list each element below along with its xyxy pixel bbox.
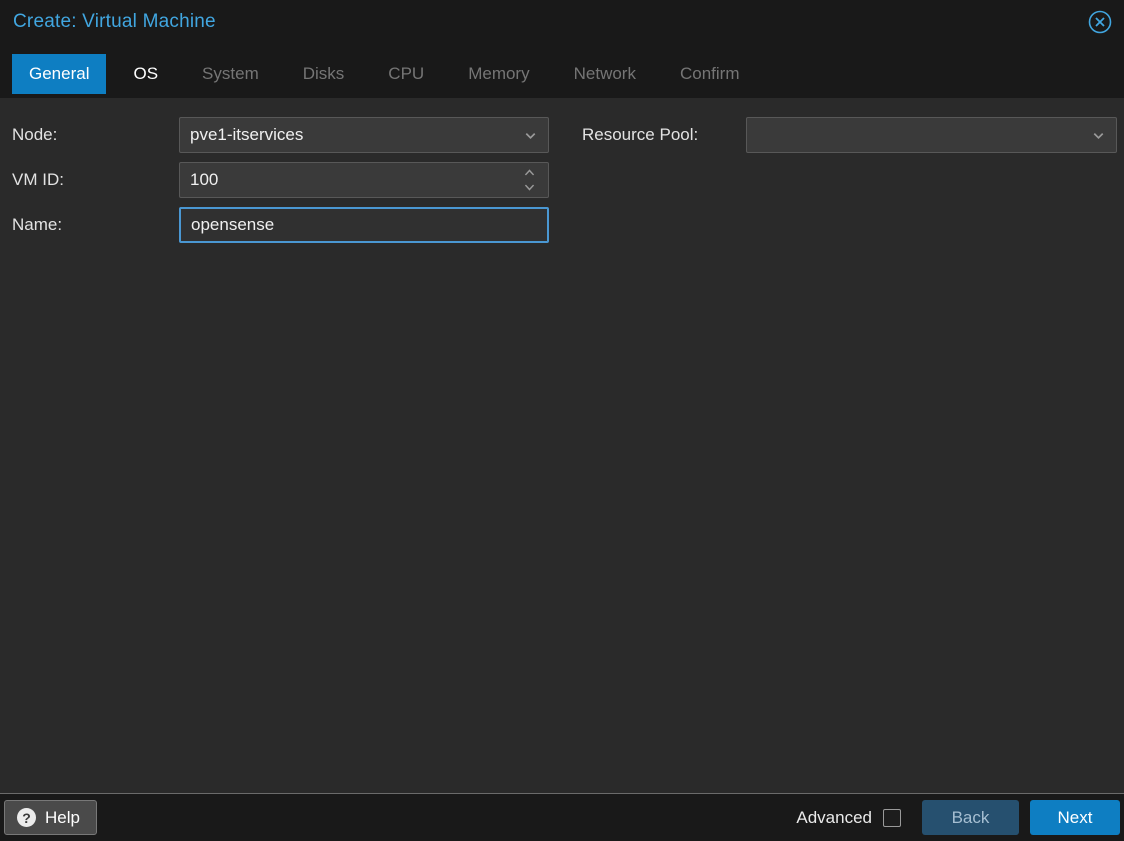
advanced-label: Advanced xyxy=(796,807,872,827)
tab-disks: Disks xyxy=(286,54,362,94)
node-label: Node: xyxy=(12,125,58,144)
vmid-label: VM ID: xyxy=(12,170,64,189)
spinner-up-icon[interactable] xyxy=(518,165,540,180)
dialog-header: Create: Virtual Machine xyxy=(0,0,1124,44)
close-icon xyxy=(1087,9,1113,35)
tab-memory: Memory xyxy=(451,54,546,94)
name-label: Name: xyxy=(12,215,63,234)
form-row-node: Node: pve1-itservices Resource Pool: xyxy=(12,117,1117,153)
vmid-spinner xyxy=(518,165,540,195)
general-tab-panel: Node: pve1-itservices Resource Pool: VM … xyxy=(0,98,1124,793)
tab-general[interactable]: General xyxy=(12,54,107,94)
spinner-down-icon[interactable] xyxy=(518,180,540,195)
tab-confirm: Confirm xyxy=(663,54,757,94)
footer-actions: Advanced Back Next xyxy=(796,800,1120,835)
advanced-checkbox[interactable] xyxy=(883,808,901,827)
tab-system: System xyxy=(185,54,276,94)
tab-os[interactable]: OS xyxy=(116,54,175,94)
tab-network: Network xyxy=(557,54,653,94)
form-row-vmid: VM ID: 100 xyxy=(12,162,1117,198)
tab-cpu: CPU xyxy=(371,54,441,94)
chevron-down-icon xyxy=(1088,128,1108,143)
chevron-down-icon xyxy=(520,128,540,143)
form-row-name: Name: xyxy=(12,207,1117,243)
close-button[interactable] xyxy=(1086,8,1114,36)
resource-pool-select[interactable] xyxy=(746,117,1117,153)
question-circle-icon: ? xyxy=(17,808,36,827)
help-button-label: Help xyxy=(45,807,80,827)
vmid-input[interactable]: 100 xyxy=(179,162,549,198)
dialog-title: Create: Virtual Machine xyxy=(13,11,216,32)
vmid-input-value: 100 xyxy=(190,170,219,189)
name-input[interactable] xyxy=(179,207,549,243)
help-button[interactable]: ? Help xyxy=(4,800,97,835)
tab-bar: General OS System Disks CPU Memory Netwo… xyxy=(0,44,1124,98)
back-button[interactable]: Back xyxy=(922,800,1019,835)
resource-pool-label: Resource Pool: xyxy=(582,125,699,144)
node-select-value: pve1-itservices xyxy=(190,125,304,144)
footer-toolbar: ? Help Advanced Back Next xyxy=(0,793,1124,841)
node-select[interactable]: pve1-itservices xyxy=(179,117,549,153)
next-button[interactable]: Next xyxy=(1030,800,1120,835)
